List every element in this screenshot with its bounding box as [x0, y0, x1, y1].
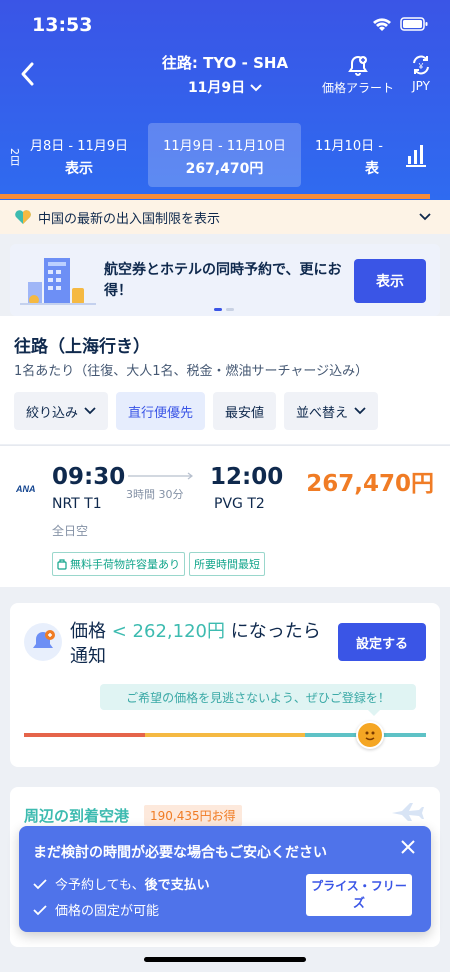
status-time: 13:53 [32, 14, 93, 36]
date-tab-price: 267,470円 [185, 161, 264, 177]
date-tab-price: 表示 [65, 161, 93, 177]
date-tab-range: 11月10日 - [315, 139, 383, 154]
date-tabs: 月8日 - 11月9日 表示 11月9日 - 11月10日 267,470円 1… [0, 123, 450, 187]
promo-show-button[interactable]: 表示 [354, 259, 426, 303]
set-alert-button[interactable]: 設定する [338, 623, 426, 661]
toast-line-2: 価格の固定が可能 [33, 900, 159, 919]
promo-banner[interactable]: 航空券とホテルの同時予約で、更にお得！ 表示 [10, 244, 440, 316]
chevron-down-icon [419, 213, 431, 221]
date-tab-price: 表 [365, 161, 379, 177]
bell-plus-icon [348, 55, 368, 76]
chevron-down-icon [354, 407, 366, 415]
carousel-dot [214, 308, 222, 311]
section-title: 往路（上海行き） [14, 337, 150, 357]
arrival-airport: PVG T2 [214, 496, 265, 512]
route-title: 往路: TYO - SHA [161, 54, 289, 72]
wifi-icon [373, 18, 391, 31]
airline-name: 全日空 [52, 524, 89, 538]
carousel-dots [214, 308, 234, 311]
savings-badge: 190,435円お得 [144, 805, 242, 826]
status-bar: 13:53 [0, 0, 450, 52]
date-tab-range: 月8日 - 11月9日 [29, 139, 129, 154]
toast-line-1: 今予約しても、後で支払い [33, 874, 210, 893]
filter-bar: 絞り込み 直行便優先 最安値 並べ替え [14, 392, 379, 430]
nonstop-first-chip[interactable]: 直行便優先 [116, 392, 206, 430]
home-indicator [144, 957, 306, 962]
date-tab-prev[interactable]: 月8日 - 11月9日 表示 [10, 123, 148, 187]
arrival-time: 12:00 [210, 464, 284, 490]
sort-button[interactable]: 並べ替え [284, 392, 379, 430]
airplane-icon [392, 803, 424, 821]
hotel-illustration [20, 258, 96, 305]
flight-price: 267,470円 [306, 471, 434, 497]
slider-segment-yellow [144, 733, 306, 737]
bell-icon [24, 623, 62, 661]
shortest-time-tag: 所要時間最短 [189, 552, 265, 576]
heart-icon [15, 210, 31, 224]
status-icons [372, 16, 428, 32]
lowest-price-chip[interactable]: 最安値 [213, 392, 277, 430]
price-alert-label: 価格アラート [321, 81, 394, 95]
price-freeze-toast: まだ検討の時間が必要な場合もご安心ください 今予約しても、後で支払い 価格の固定… [19, 826, 431, 932]
header: 13:53 往路: TYO - SHA 11月9日 価格アラート ¥ JPY 2… [0, 0, 450, 200]
close-icon[interactable] [399, 838, 417, 856]
check-icon [33, 878, 47, 889]
promo-text: 航空券とホテルの同時予約で、更にお得！ [104, 262, 342, 299]
price-chart-icon[interactable] [402, 142, 428, 168]
price-alert-text: 価格 < 262,120円 になったら通知 [70, 621, 321, 667]
carousel-dot [226, 308, 234, 311]
price-slider-knob[interactable] [355, 721, 384, 749]
flight-tags: 無料手荷物許容量あり 所要時間最短 [52, 552, 265, 576]
battery-icon [400, 17, 428, 31]
svg-text:¥: ¥ [418, 62, 424, 71]
price-alert-card: 価格 < 262,120円 になったら通知 設定する ご希望の価格を見逃さないよ… [10, 603, 440, 767]
flight-card[interactable]: ANA 09:30 NRT T1 3時間 30分 12:00 PVG T2 26… [0, 445, 450, 587]
departure-airport: NRT T1 [52, 496, 102, 512]
nearby-title: 周辺の到着空港 [24, 807, 130, 825]
price-freeze-button[interactable]: プライス・フリーズ [306, 874, 412, 916]
price-alert-button[interactable]: 価格アラート [320, 54, 396, 96]
date-tab-range: 11月9日 - 11月10日 [163, 139, 286, 154]
currency-label: JPY [412, 79, 430, 93]
ana-logo: ANA [16, 484, 36, 494]
toast-title: まだ検討の時間が必要な場合もご安心ください [33, 845, 327, 861]
slider-segment-red [24, 733, 145, 737]
baggage-tag: 無料手荷物許容量あり [52, 552, 185, 576]
date-tab-next[interactable]: 11月10日 - 表 [303, 123, 389, 187]
check-icon [33, 904, 47, 915]
flight-arrow-icon [128, 472, 193, 480]
filter-button[interactable]: 絞り込み [14, 392, 109, 430]
outbound-section: 往路（上海行き） 1名あたり（往復、大人1名、税金・燃油サーチャージ込み） 絞り… [0, 316, 450, 444]
flight-duration: 3時間 30分 [126, 488, 184, 501]
luggage-icon [57, 558, 67, 570]
price-alert-hint: ご希望の価格を見逃さないよう、ぜひご登録を！ [100, 684, 416, 716]
currency-exchange-icon: ¥ [413, 55, 429, 75]
date-tab-current[interactable]: 11月9日 - 11月10日 267,470円 [148, 123, 301, 187]
section-subtitle: 1名あたり（往復、大人1名、税金・燃油サーチャージ込み） [14, 364, 369, 379]
entry-restriction-notice[interactable]: 中国の最新の出入国制限を表示 [0, 200, 450, 234]
svg-text:ANA: ANA [16, 484, 36, 494]
nav-bar: 往路: TYO - SHA 11月9日 価格アラート ¥ JPY [0, 50, 450, 100]
notice-text: 中国の最新の出入国制限を表示 [38, 211, 221, 227]
progress-bar [0, 194, 430, 199]
price-alert-value: < 262,120円 [111, 621, 225, 642]
chevron-down-icon [250, 84, 262, 92]
chevron-down-icon [84, 407, 96, 415]
currency-button[interactable]: ¥ JPY [406, 54, 436, 93]
departure-time: 09:30 [52, 464, 126, 490]
